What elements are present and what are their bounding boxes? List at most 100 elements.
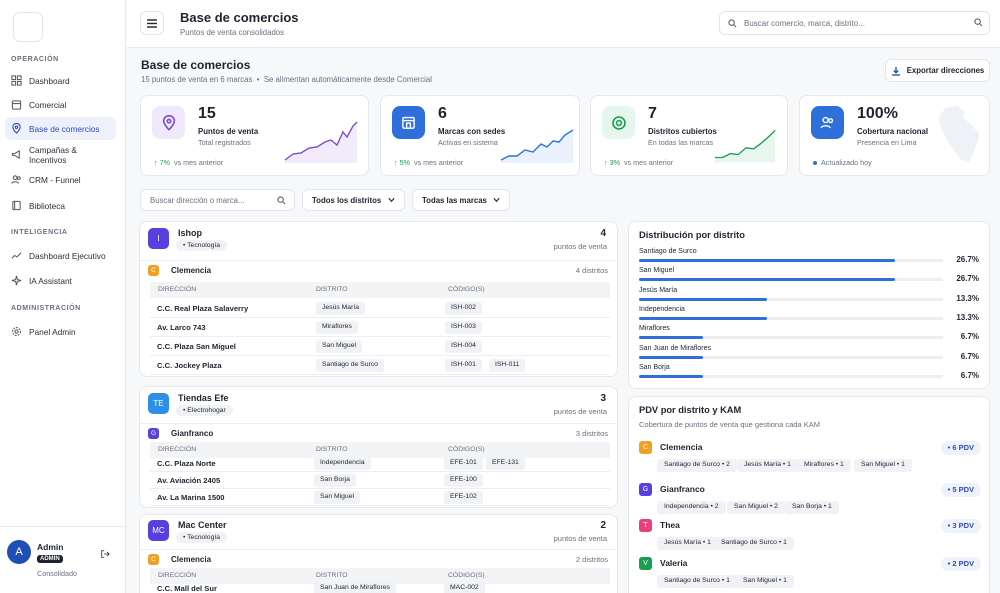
district-bar-label: Jesús María bbox=[639, 286, 678, 294]
sidebar-item-comercial[interactable]: Comercial bbox=[5, 93, 116, 116]
app-logo[interactable] bbox=[13, 12, 43, 42]
header-title: Base de comercios bbox=[180, 10, 299, 25]
sidebar-item-crm[interactable]: CRM - Funnel bbox=[5, 168, 116, 191]
kam-badge: G bbox=[148, 428, 159, 439]
pdv-total-badge: • 6 PDV bbox=[940, 441, 981, 455]
menu-toggle-button[interactable] bbox=[140, 11, 164, 35]
brand-card-tiendas-efe: TE Tiendas Efe • Electrohogar 3 puntos d… bbox=[139, 386, 618, 508]
brand-name[interactable]: Ishop bbox=[178, 228, 202, 238]
sidebar-item-label: Base de comercios bbox=[29, 123, 100, 134]
sidebar-item-label: Comercial bbox=[29, 99, 67, 110]
search-placeholder: Buscar comercio, marca, distrito... bbox=[744, 18, 865, 28]
sidebar-item-label: Biblioteca bbox=[29, 200, 65, 211]
district-chip: Jesús María • 1 bbox=[737, 459, 798, 472]
district-bar-label: San Miguel bbox=[639, 267, 675, 275]
sidebar-item-label: CRM - Funnel bbox=[29, 174, 81, 185]
brand-logo: I bbox=[148, 228, 169, 249]
kam-coverage-item[interactable]: V Valeria • 2 PDV Santiago de Surco • 1 … bbox=[629, 555, 989, 593]
kam-coverage-item[interactable]: C Clemencia • 6 PDV Santiago de Surco • … bbox=[629, 439, 989, 479]
sidebar-item-base-comercios[interactable]: Base de comercios bbox=[5, 117, 116, 140]
district-chip: San Miguel • 2 bbox=[727, 501, 785, 514]
sidebar-item-campanas[interactable]: Campañas & Incentivos bbox=[5, 143, 116, 166]
kam-coverage-item[interactable]: G Gianfranco • 5 PDV Independencia • 2 S… bbox=[629, 481, 989, 521]
table-row[interactable]: C.C. Mall del Sur San Juan de Miraflores… bbox=[150, 581, 610, 593]
sidebar-item-label: Campañas & Incentivos bbox=[29, 144, 77, 165]
kam-row: C Clemencia 2 distritos bbox=[140, 549, 617, 568]
sidebar-item-dashboard-ejecutivo[interactable]: Dashboard Ejecutivo bbox=[5, 244, 116, 267]
user-scope: Consolidado bbox=[37, 569, 77, 578]
sidebar-item-biblioteca[interactable]: Biblioteca bbox=[5, 194, 116, 217]
export-addresses-button[interactable]: Exportar direcciones bbox=[885, 59, 990, 82]
district-select[interactable]: Todos los distritos bbox=[302, 189, 405, 211]
pdv-total-badge: • 2 PDV bbox=[940, 557, 981, 571]
code-pill: ISH-004 bbox=[445, 340, 482, 353]
code-pill: EFE-131 bbox=[486, 457, 525, 470]
kam-badge: C bbox=[148, 554, 159, 565]
table-row[interactable]: Av. La Marina 1500 San Miguel EFE-102 bbox=[150, 489, 610, 506]
district-bar-fill bbox=[639, 297, 767, 301]
brand-card-ishop: I Ishop • Tecnología 4 puntos de venta C… bbox=[139, 221, 618, 377]
kam-name: Clemencia bbox=[660, 442, 703, 452]
kpi-icon-box bbox=[811, 106, 844, 139]
section-inteligencia: INTELIGENCIA bbox=[11, 229, 68, 236]
code-pill: EFE-101 bbox=[444, 457, 483, 470]
pdv-count: 3 bbox=[600, 393, 606, 404]
sidebar-item-ia-assistant[interactable]: IA Assistant bbox=[5, 269, 116, 292]
table-row[interactable]: Av. Larco 743 Miraflores ISH-003 bbox=[150, 318, 610, 337]
brand-select[interactable]: Todas las marcas bbox=[412, 189, 510, 211]
brand-name[interactable]: Tiendas Efe bbox=[178, 393, 228, 403]
kam-badge: V bbox=[639, 557, 652, 570]
table-row[interactable]: C.C. Plaza San Miguel San Miguel ISH-004 bbox=[150, 337, 610, 356]
district-pill: Santiago de Surco bbox=[316, 359, 384, 372]
table-row[interactable]: C.C. Plaza Norte Independencia EFE-101 E… bbox=[150, 455, 610, 472]
header-subtitle: Puntos de venta consolidados bbox=[180, 28, 285, 37]
district-bar-fill bbox=[639, 374, 703, 378]
global-search-input[interactable]: Buscar comercio, marca, distrito... bbox=[719, 11, 990, 35]
peru-map-icon bbox=[939, 106, 979, 162]
kpi-label: Distritos cubiertos bbox=[648, 127, 717, 136]
district-bar-label: Miraflores bbox=[639, 325, 670, 333]
category-tag: • Tecnología bbox=[176, 240, 228, 251]
address-search-input[interactable]: Buscar dirección o marca... bbox=[140, 189, 295, 211]
sparkline-chart bbox=[284, 121, 358, 163]
code-pill: MAC-002 bbox=[444, 582, 485, 593]
avatar[interactable]: A bbox=[7, 540, 31, 564]
kpi-card-marcas: 6 Marcas con sedes Activas en sistema ↑ … bbox=[380, 95, 580, 176]
sidebar-item-panel-admin[interactable]: Panel Admin bbox=[5, 320, 116, 343]
sidebar-item-dashboard[interactable]: Dashboard bbox=[5, 69, 116, 92]
kpi-value: 15 bbox=[198, 105, 216, 122]
table-row[interactable]: C.C. Jockey Plaza Santiago de Surco ISH-… bbox=[150, 356, 610, 375]
store-icon bbox=[402, 116, 415, 129]
kam-badge: C bbox=[639, 441, 652, 454]
kam-name: Gianfranco bbox=[660, 484, 705, 494]
panel-title: PDV por distrito y KAM bbox=[639, 405, 742, 415]
chevron-down-icon bbox=[388, 197, 395, 203]
district-bar-track bbox=[639, 316, 943, 320]
kam-badge: C bbox=[148, 265, 159, 276]
sparkline-chart bbox=[500, 129, 574, 163]
code-pill: EFE-100 bbox=[444, 474, 483, 487]
brand-name[interactable]: Mac Center bbox=[178, 520, 227, 530]
kpi-sub: En todas las marcas bbox=[648, 138, 714, 147]
district-bar-value: 6.7% bbox=[960, 370, 979, 380]
code-pill: ISH-003 bbox=[445, 321, 482, 334]
table-row[interactable]: C.C. Real Plaza Salaverry Jesús María IS… bbox=[150, 299, 610, 318]
district-pill: Miraflores bbox=[316, 321, 358, 334]
kpi-card-cobertura: 100% Cobertura nacional Presencia en Lim… bbox=[799, 95, 990, 176]
table-row[interactable]: Av. Aviación 2405 San Borja EFE-100 bbox=[150, 472, 610, 489]
district-bar-fill bbox=[639, 336, 703, 340]
brand-logo: MC bbox=[148, 520, 169, 541]
kpi-label: Cobertura nacional bbox=[857, 127, 929, 136]
users-icon bbox=[820, 116, 834, 129]
district-bar-track bbox=[639, 374, 943, 378]
download-icon bbox=[891, 66, 900, 76]
code-pill: EFE-102 bbox=[444, 491, 483, 504]
sidebar: OPERACIÓN Dashboard Comercial Base de co… bbox=[0, 0, 126, 593]
district-bar-value: 6.7% bbox=[960, 332, 979, 342]
logout-icon[interactable] bbox=[100, 549, 110, 559]
kpi-delta: ↑ 5% vs mes anterior bbox=[394, 158, 464, 167]
kam-coverage-item[interactable]: T Thea • 3 PDV Jesús María • 1 Santiago … bbox=[629, 517, 989, 557]
brand-card-mac-center: MC Mac Center • Tecnología 2 puntos de v… bbox=[139, 514, 618, 593]
kpi-sub: Total registrados bbox=[198, 138, 251, 147]
search-icon[interactable] bbox=[974, 18, 983, 27]
